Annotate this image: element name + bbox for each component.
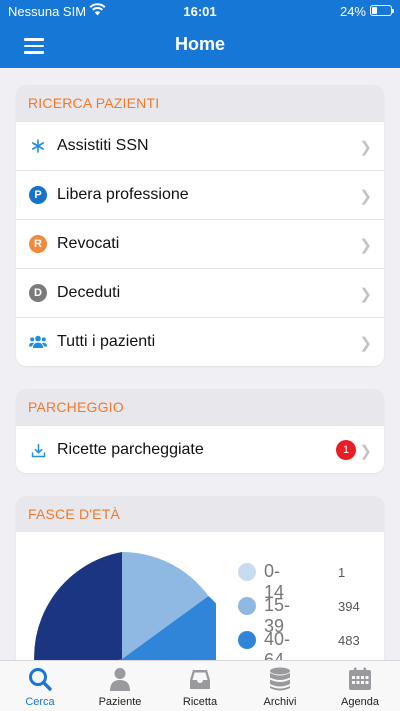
- users-icon: [28, 332, 48, 352]
- notification-badge: 1: [336, 440, 356, 460]
- legend-dot: [238, 597, 256, 615]
- legend-dot: [238, 631, 256, 649]
- tab-label: Paziente: [98, 696, 142, 708]
- section-header-fasce: FASCE D'ETÀ: [16, 496, 384, 532]
- battery-percentage: 24%: [339, 4, 366, 19]
- r-circle-icon: R: [28, 234, 48, 254]
- legend-dot: [238, 563, 256, 581]
- tab-paziente[interactable]: Paziente: [80, 661, 160, 711]
- status-bar: Nessuna SIM 16:01 24%: [0, 0, 400, 22]
- row-label: Revocati: [57, 235, 120, 252]
- chevron-right-icon: ❯: [359, 335, 372, 352]
- legend-count: 394: [338, 599, 360, 614]
- row-label: Ricette parcheggiate: [57, 441, 204, 458]
- section-header-ricerca: RICERCA PAZIENTI: [16, 85, 384, 121]
- row-libera-professione[interactable]: P Libera professione ❯: [16, 170, 384, 219]
- row-label: Tutti i pazienti: [57, 333, 156, 350]
- battery-icon: [370, 5, 394, 16]
- chevron-right-icon: ❯: [359, 286, 372, 303]
- row-label: Libera professione: [57, 186, 189, 203]
- chevron-right-icon: ❯: [359, 139, 372, 156]
- tab-label: Archivi: [263, 696, 297, 708]
- row-label: Assistiti SSN: [57, 137, 149, 154]
- section-header-parcheggio: PARCHEGGIO: [16, 389, 384, 425]
- navigation-bar: Home: [0, 22, 400, 68]
- row-revocati[interactable]: R Revocati ❯: [16, 219, 384, 268]
- tab-label: Agenda: [341, 696, 379, 708]
- chevron-right-icon: ❯: [359, 237, 372, 254]
- tab-ricetta[interactable]: Ricetta: [160, 661, 240, 711]
- chevron-right-icon: ❯: [359, 188, 372, 205]
- tab-label: Cerca: [25, 696, 55, 708]
- row-label: Deceduti: [57, 284, 121, 301]
- search-icon: [29, 668, 52, 691]
- row-deceduti[interactable]: D Deceduti ❯: [16, 268, 384, 317]
- row-ricette-parcheggiate[interactable]: Ricette parcheggiate 1 ❯: [16, 425, 384, 473]
- row-assistiti-ssn[interactable]: Assistiti SSN ❯: [16, 121, 384, 170]
- ricerca-pazienti-card: RICERCA PAZIENTI Assistiti SSN ❯ P Liber…: [16, 85, 384, 366]
- tab-agenda[interactable]: Agenda: [320, 661, 400, 711]
- person-icon: [110, 668, 130, 691]
- legend-count: 1: [338, 565, 346, 580]
- database-icon: [270, 667, 290, 691]
- tab-archivi[interactable]: Archivi: [240, 661, 320, 711]
- calendar-icon: [349, 667, 371, 690]
- tab-label: Ricetta: [182, 696, 218, 708]
- chevron-right-icon: ❯: [359, 443, 372, 460]
- p-circle-icon: P: [28, 185, 48, 205]
- page-title: Home: [174, 34, 225, 54]
- tab-cerca[interactable]: Cerca: [0, 661, 80, 711]
- row-tutti-i-pazienti[interactable]: Tutti i pazienti ❯: [16, 317, 384, 366]
- tab-bar: Cerca Paziente Ricetta Archivi Agenda: [0, 660, 400, 711]
- asterisk-icon: [28, 136, 48, 156]
- inbox-icon: [190, 670, 210, 689]
- download-icon: [28, 440, 48, 460]
- legend-count: 483: [338, 633, 360, 648]
- d-circle-icon: D: [28, 283, 48, 303]
- parcheggio-card: PARCHEGGIO Ricette parcheggiate 1 ❯: [16, 389, 384, 473]
